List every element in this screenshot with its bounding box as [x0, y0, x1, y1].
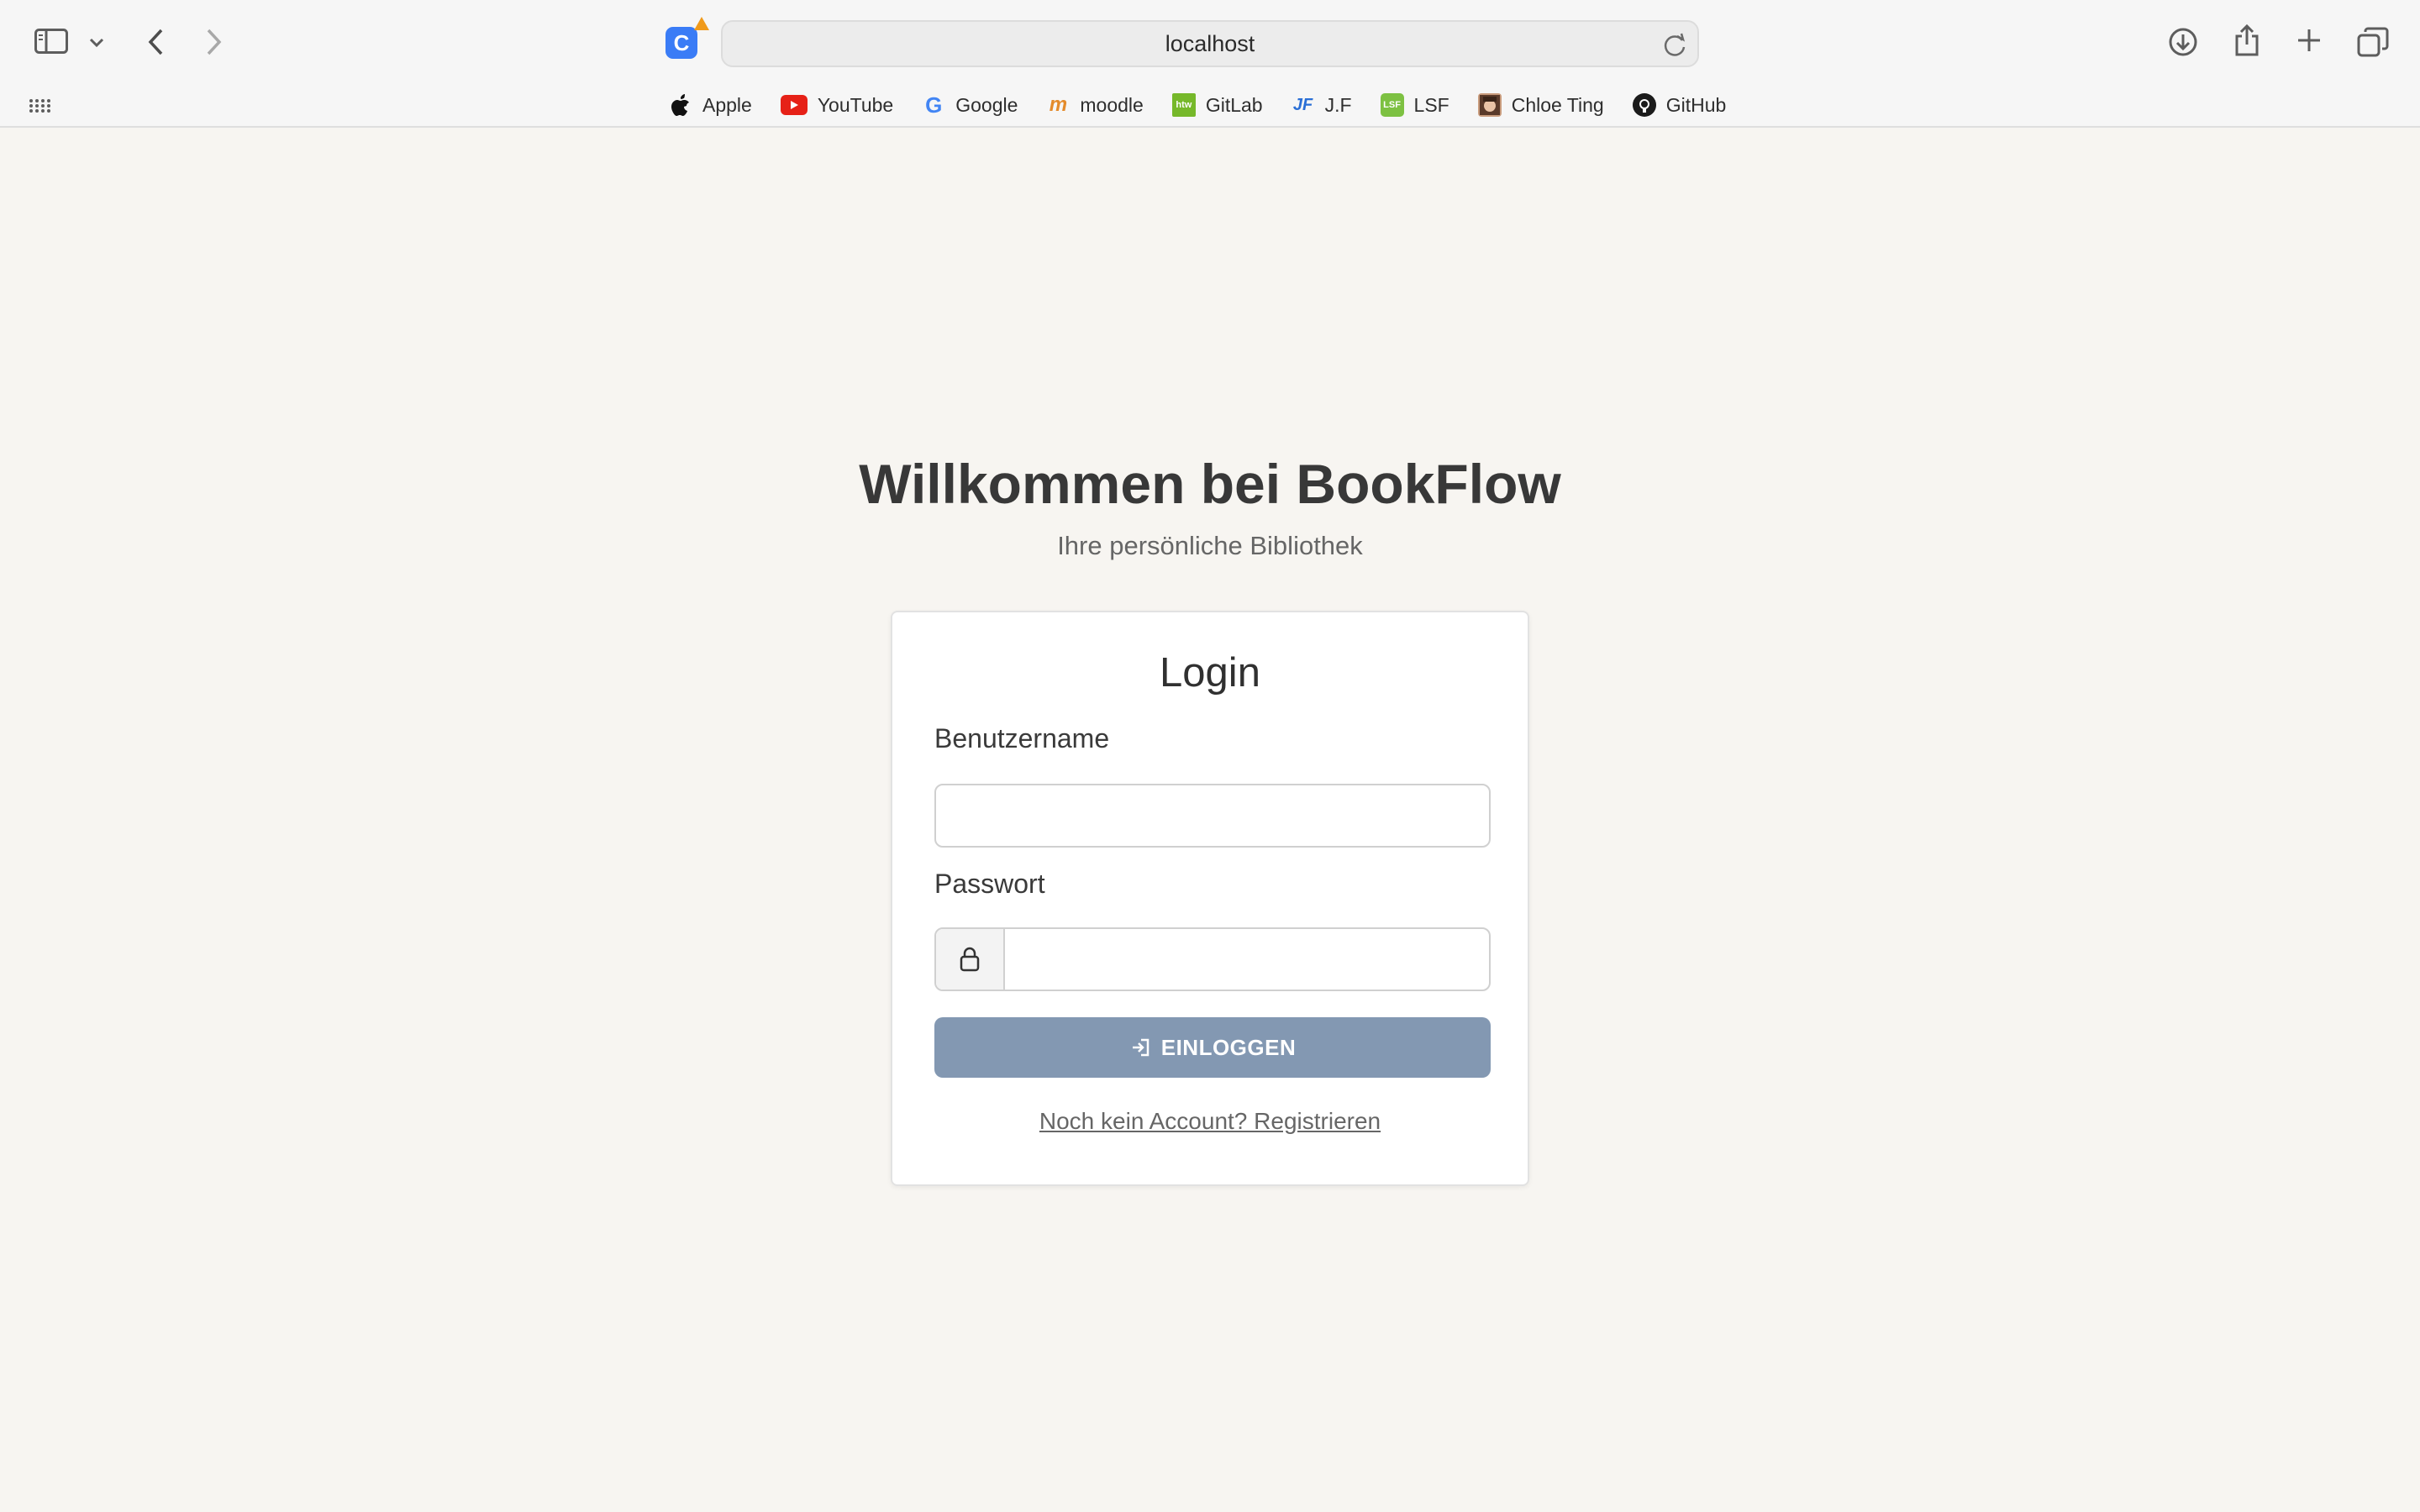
browser-toolbar: C localhost [0, 0, 2420, 86]
apps-grid-icon[interactable] [29, 94, 50, 116]
bookmark-label: YouTube [817, 93, 894, 116]
login-title: Login [1160, 650, 1260, 696]
lsf-icon: LSF [1380, 93, 1404, 117]
bookmark-github[interactable]: GitHub [1632, 84, 1742, 126]
bookmark-label: Apple [702, 93, 752, 116]
page-title: Willkommen bei BookFlow [859, 453, 1561, 515]
new-tab-icon[interactable] [2294, 25, 2324, 55]
bookmark-label: J.F [1324, 93, 1352, 116]
bookmark-youtube[interactable]: YouTube [780, 84, 908, 126]
google-icon: G [925, 92, 943, 118]
back-icon[interactable] [141, 25, 170, 59]
register-link[interactable]: Noch kein Account? Registrieren [892, 1108, 1528, 1135]
password-input-group [934, 927, 1491, 991]
warning-badge-icon [694, 17, 709, 30]
share-icon[interactable] [2230, 22, 2264, 59]
browser-chrome: C localhost Apple YouTube G Google m moo… [0, 0, 2420, 128]
chloe-ting-icon [1477, 93, 1502, 117]
bookmark-moodle[interactable]: m moodle [1046, 84, 1158, 126]
bookmark-gitlab[interactable]: htw GitLab [1171, 84, 1278, 126]
tab-overview-icon[interactable] [2356, 25, 2390, 59]
chevron-down-icon[interactable] [87, 34, 106, 52]
bookmark-label: Google [955, 93, 1018, 116]
address-bar[interactable]: localhost [721, 20, 1699, 67]
bookmark-apple[interactable]: Apple [669, 84, 767, 126]
bookmarks-bar: Apple YouTube G Google m moodle htw GitL… [0, 84, 2420, 126]
lock-icon [936, 929, 1005, 990]
sidebar-toggle-icon[interactable] [34, 27, 69, 55]
forward-icon[interactable] [200, 25, 229, 59]
page-subtitle: Ihre persönliche Bibliothek [1057, 531, 1363, 560]
moodle-icon: m [1049, 93, 1068, 116]
login-button-label: EINLOGGEN [1160, 1034, 1297, 1060]
bookmark-label: Chloe Ting [1511, 93, 1604, 116]
bookmarks-list: Apple YouTube G Google m moodle htw GitL… [669, 84, 1754, 126]
bookmark-lsf[interactable]: LSF LSF [1380, 84, 1465, 126]
youtube-icon [780, 95, 808, 115]
login-icon [1132, 1038, 1149, 1057]
password-input[interactable] [1005, 929, 1489, 990]
jf-icon: JF [1292, 95, 1313, 114]
username-input[interactable] [934, 784, 1491, 848]
apple-icon [669, 93, 692, 117]
bookmark-label: GitHub [1665, 93, 1727, 116]
downloads-icon[interactable] [2166, 25, 2200, 59]
bookmark-jf[interactable]: JF J.F [1292, 84, 1367, 126]
reload-icon[interactable] [1660, 30, 1689, 59]
login-card: Login Benutzername Passwort EINLOGGEN No… [891, 611, 1529, 1186]
extension-icon[interactable]: C [666, 27, 697, 59]
bookmark-google[interactable]: G Google [922, 84, 1033, 126]
url-text: localhost [1165, 30, 1255, 56]
login-button[interactable]: EINLOGGEN [934, 1017, 1491, 1078]
github-icon [1632, 93, 1656, 117]
bookmark-chloe-ting[interactable]: Chloe Ting [1477, 84, 1619, 126]
page-content: Willkommen bei BookFlow Ihre persönliche… [0, 128, 2420, 1512]
username-label: Benutzername [934, 723, 1110, 753]
password-label: Passwort [934, 869, 1045, 899]
bookmark-label: moodle [1080, 93, 1144, 116]
bookmark-label: LSF [1413, 93, 1449, 116]
htw-icon: htw [1171, 93, 1196, 117]
bookmark-label: GitLab [1205, 93, 1263, 116]
